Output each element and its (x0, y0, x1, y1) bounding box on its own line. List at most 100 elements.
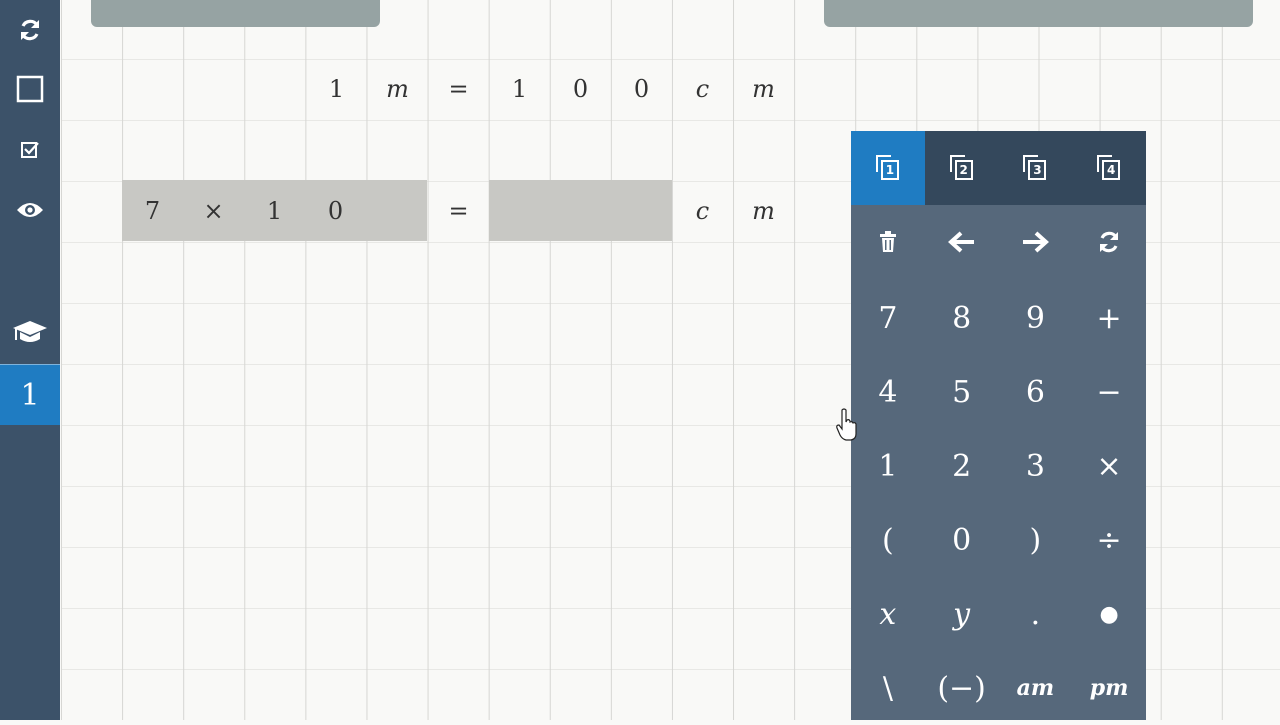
cell-value: = (448, 196, 469, 225)
grid-cell[interactable]: m (367, 58, 428, 119)
page-number-label: 1 (20, 377, 40, 413)
key-1[interactable]: 1 (851, 429, 925, 503)
graduation-cap-icon (13, 321, 47, 342)
key-9[interactable]: 9 (999, 281, 1073, 355)
right-arrow-key[interactable] (999, 205, 1073, 279)
key-label: 7 (878, 300, 898, 336)
key-close-paren[interactable]: ) (999, 503, 1073, 577)
top-left-tab[interactable] (91, 0, 380, 27)
grid-cell[interactable]: 0 (305, 180, 366, 241)
grid-cell[interactable]: = (428, 180, 489, 241)
key-minus[interactable]: − (1072, 355, 1146, 429)
key-label: ÷ (1096, 522, 1122, 558)
key-y[interactable]: y (925, 577, 999, 651)
checkbox-button[interactable] (0, 120, 60, 180)
key-label: 9 (1025, 300, 1045, 336)
grid-cell[interactable]: 7 (122, 180, 183, 241)
empty-answer-cell[interactable] (366, 180, 427, 241)
key-label: 2 (952, 448, 972, 484)
key-label: × (1096, 448, 1122, 484)
grid-cell[interactable]: 0 (550, 58, 611, 119)
key-open-paren[interactable]: ( (851, 503, 925, 577)
page-copy-icon: 3 (1023, 155, 1047, 181)
key-7[interactable]: 7 (851, 281, 925, 355)
grid-cell[interactable]: m (733, 58, 794, 119)
key-4[interactable]: 4 (851, 355, 925, 429)
keypad-tab-1[interactable]: 1 (851, 131, 925, 205)
key-label: . (1030, 596, 1041, 632)
grid-cell[interactable]: c (672, 58, 733, 119)
key-0[interactable]: 0 (925, 503, 999, 577)
grid-cell[interactable]: 0 (611, 58, 672, 119)
key-label: 1 (878, 448, 898, 484)
grid-cell[interactable]: 1 (489, 58, 550, 119)
cell-value: 0 (633, 74, 650, 103)
key-label: ( (882, 522, 894, 558)
key-label: am (1016, 675, 1055, 701)
trash-icon (879, 231, 896, 252)
keypad-tab-3[interactable]: 3 (998, 131, 1073, 205)
key-label: 4 (878, 374, 898, 410)
grid-cell[interactable]: 1 (306, 58, 367, 119)
key-dot[interactable]: ● (1072, 577, 1146, 651)
key-label: 0 (952, 522, 972, 558)
page-number-button[interactable]: 1 (0, 364, 60, 425)
eye-button[interactable] (0, 180, 60, 240)
top-right-tab[interactable] (824, 0, 1253, 27)
empty-answer-cell[interactable] (489, 180, 550, 241)
cell-value: × (203, 196, 224, 225)
page-copy-icon: 2 (949, 155, 974, 181)
grid-cell[interactable]: c (672, 180, 733, 241)
empty-answer-cell[interactable] (611, 180, 672, 241)
key-label: \ (882, 670, 893, 706)
grid-cell[interactable]: = (428, 58, 489, 119)
keypad-tab-4[interactable]: 4 (1072, 131, 1146, 205)
key-label: 6 (1025, 374, 1045, 410)
eye-icon (17, 203, 43, 217)
key-backslash[interactable]: \ (851, 651, 925, 725)
delete-key[interactable] (851, 205, 925, 279)
key-decimal[interactable]: . (999, 577, 1073, 651)
empty-answer-cell[interactable] (550, 180, 611, 241)
refresh-button[interactable] (0, 0, 60, 60)
key-3[interactable]: 3 (999, 429, 1073, 503)
cell-value: c (695, 74, 710, 103)
cell-value: m (386, 74, 409, 103)
cell-value: 1 (266, 196, 283, 225)
grid-cell[interactable]: m (733, 180, 794, 241)
key-8[interactable]: 8 (925, 281, 999, 355)
checkbox-icon (21, 142, 39, 158)
key-label: ● (1099, 601, 1119, 627)
cell-value: m (752, 196, 775, 225)
page-copy-icon: 1 (875, 155, 900, 181)
cell-value: = (448, 74, 469, 103)
key-divide[interactable]: ÷ (1072, 503, 1146, 577)
left-arrow-key[interactable] (925, 205, 999, 279)
key-label: ) (1029, 522, 1042, 558)
key-multiply[interactable]: × (1072, 429, 1146, 503)
key-pm[interactable]: pm (1072, 651, 1146, 725)
keypad-tab-2[interactable]: 2 (924, 131, 999, 205)
grid-cell[interactable]: × (183, 180, 244, 241)
page-copy-icon: 4 (1097, 155, 1121, 181)
key-6[interactable]: 6 (999, 355, 1073, 429)
key-label: 5 (952, 374, 972, 410)
reset-key[interactable] (1072, 205, 1146, 279)
refresh-icon (1100, 231, 1119, 253)
grid-cell[interactable]: 1 (244, 180, 305, 241)
hand-cursor-icon (836, 408, 857, 441)
key-plus[interactable]: + (1072, 281, 1146, 355)
square-button[interactable] (0, 59, 60, 119)
key-am[interactable]: am (999, 651, 1073, 725)
key-x[interactable]: x (851, 577, 925, 651)
cell-value: 1 (328, 74, 345, 103)
arrow-right-icon (1023, 231, 1050, 253)
cell-value: 0 (327, 196, 344, 225)
teacher-button[interactable] (0, 302, 60, 362)
key-5[interactable]: 5 (925, 355, 999, 429)
key-2[interactable]: 2 (925, 429, 999, 503)
key-label: (−) (937, 670, 986, 706)
sidebar: 1 (0, 0, 60, 720)
key-label: 3 (1025, 448, 1045, 484)
key-negative[interactable]: (−) (925, 651, 999, 725)
